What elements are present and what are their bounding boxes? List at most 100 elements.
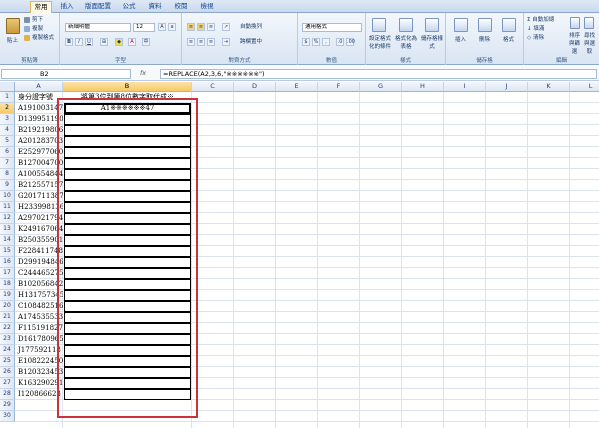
column-header-a[interactable]: A (15, 82, 63, 92)
format-cells-button[interactable]: 格式 (503, 36, 514, 44)
cell-a9[interactable]: B212557157 (16, 180, 63, 191)
cell-styles-button[interactable]: 儲存格樣式 (420, 35, 444, 51)
row-header-24[interactable]: 24 (0, 345, 15, 356)
row-header-26[interactable]: 26 (0, 367, 15, 378)
cell-b21[interactable] (64, 312, 191, 323)
cell-b5[interactable] (64, 136, 191, 147)
bold-icon[interactable]: B (65, 38, 73, 46)
percent-icon[interactable]: % (312, 38, 320, 46)
cell-b25[interactable] (64, 356, 191, 367)
cell-b11[interactable] (64, 202, 191, 213)
cell-a18[interactable]: B102056842 (16, 279, 63, 290)
shrink-font-icon[interactable]: a (168, 23, 176, 31)
cell-a19[interactable]: H131757345 (16, 290, 63, 301)
decrease-decimal-icon[interactable]: .00 (346, 38, 355, 46)
row-header-10[interactable]: 10 (0, 191, 15, 202)
copy-icon[interactable] (24, 26, 30, 32)
cell-a20[interactable]: C108482516 (16, 301, 63, 312)
cell-b9[interactable] (64, 180, 191, 191)
cell-b17[interactable] (64, 268, 191, 279)
cell-a5[interactable]: A201283703 (16, 136, 63, 147)
fx-icon[interactable]: fx (140, 69, 146, 77)
cell-b22[interactable] (64, 323, 191, 334)
cell-a3[interactable]: D139951190 (16, 114, 63, 125)
cell-b16[interactable] (64, 257, 191, 268)
cell-a11[interactable]: H233998136 (16, 202, 63, 213)
row-header-5[interactable]: 5 (0, 136, 15, 147)
tab-insert[interactable]: 插入 (56, 1, 78, 13)
insert-cells-icon[interactable] (454, 18, 468, 32)
format-cells-icon[interactable] (502, 18, 516, 32)
row-header-6[interactable]: 6 (0, 147, 15, 158)
cell-b4[interactable] (64, 125, 191, 136)
row-header-3[interactable]: 3 (0, 114, 15, 125)
grow-font-icon[interactable]: A (158, 23, 166, 31)
name-box[interactable]: B2 (1, 69, 131, 79)
cell-a27[interactable]: K163290291 (16, 378, 63, 389)
autosum-button[interactable]: Σ 自動加總 (527, 16, 554, 24)
tab-data[interactable]: 資料 (144, 1, 166, 13)
cell-a13[interactable]: K249167064 (16, 224, 63, 235)
cell-a2[interactable]: A191003147 (16, 103, 63, 114)
cell-a15[interactable]: F228411748 (16, 246, 63, 257)
cell-b7[interactable] (64, 158, 191, 169)
column-header-b[interactable]: B (63, 82, 192, 92)
fill-color-icon[interactable]: ◆ (115, 38, 123, 46)
sort-filter-icon[interactable] (570, 17, 580, 29)
borders-icon[interactable]: ⊞ (100, 38, 108, 46)
row-header-30[interactable]: 30 (0, 411, 15, 422)
row-header-27[interactable]: 27 (0, 378, 15, 389)
row-header-8[interactable]: 8 (0, 169, 15, 180)
worksheet-grid[interactable]: ABCDEFGHIJKLM123456789101112131415161718… (0, 82, 599, 428)
align-middle-icon[interactable]: ≡ (197, 23, 205, 31)
cell-b28[interactable] (64, 389, 191, 400)
column-header-j[interactable]: J (486, 82, 528, 92)
format-painter-label[interactable]: 複製格式 (32, 34, 54, 42)
copy-label[interactable]: 複製 (32, 25, 43, 33)
cut-icon[interactable] (24, 17, 30, 23)
wrap-text-button[interactable]: 自動換列 (240, 23, 262, 31)
cell-b19[interactable] (64, 290, 191, 301)
fill-button[interactable]: ↓ 填滿 (527, 25, 544, 33)
cell-a25[interactable]: E108222450 (16, 356, 63, 367)
font-size-select[interactable]: 12 (133, 23, 155, 32)
column-header-e[interactable]: E (276, 82, 318, 92)
cell-a7[interactable]: B127004700 (16, 158, 63, 169)
row-header-15[interactable]: 15 (0, 246, 15, 257)
tab-formulas[interactable]: 公式 (118, 1, 140, 13)
row-header-20[interactable]: 20 (0, 301, 15, 312)
cell-a1[interactable]: 身分證字號 (16, 92, 63, 103)
row-header-21[interactable]: 21 (0, 312, 15, 323)
row-header-22[interactable]: 22 (0, 323, 15, 334)
row-header-25[interactable]: 25 (0, 356, 15, 367)
cell-a10[interactable]: G201711387 (16, 191, 63, 202)
tab-home[interactable]: 常用 (30, 1, 52, 13)
paste-icon[interactable] (6, 18, 20, 34)
delete-cells-icon[interactable] (478, 18, 492, 32)
select-all-corner[interactable] (0, 82, 15, 92)
conditional-format-button[interactable]: 設定格式化的條件 (368, 35, 392, 51)
align-right-icon[interactable]: ≡ (207, 38, 215, 46)
cell-a22[interactable]: F115191827 (16, 323, 63, 334)
column-header-f[interactable]: F (318, 82, 360, 92)
currency-icon[interactable]: $ (302, 38, 310, 46)
cell-a4[interactable]: B219219806 (16, 125, 63, 136)
cell-b26[interactable] (64, 367, 191, 378)
cell-b20[interactable] (64, 301, 191, 312)
cell-b23[interactable] (64, 334, 191, 345)
find-select-button[interactable]: 尋找與選取 (582, 32, 597, 56)
number-format-select[interactable]: 通用格式 (302, 23, 362, 32)
font-name-select[interactable]: 新細明體 (65, 23, 131, 32)
formula-input[interactable]: =REPLACE(A2,3,6,"※※※※※※") (160, 69, 597, 79)
row-header-19[interactable]: 19 (0, 290, 15, 301)
paste-label[interactable]: 貼上 (7, 37, 18, 45)
row-header-1[interactable]: 1 (0, 92, 15, 103)
cell-a6[interactable]: E252977060 (16, 147, 63, 158)
column-header-c[interactable]: C (192, 82, 234, 92)
delete-cells-button[interactable]: 刪除 (479, 36, 490, 44)
format-as-table-button[interactable]: 格式化為表格 (394, 35, 418, 51)
row-header-17[interactable]: 17 (0, 268, 15, 279)
cell-b12[interactable] (64, 213, 191, 224)
row-header-13[interactable]: 13 (0, 224, 15, 235)
cut-label[interactable]: 剪下 (32, 16, 43, 24)
